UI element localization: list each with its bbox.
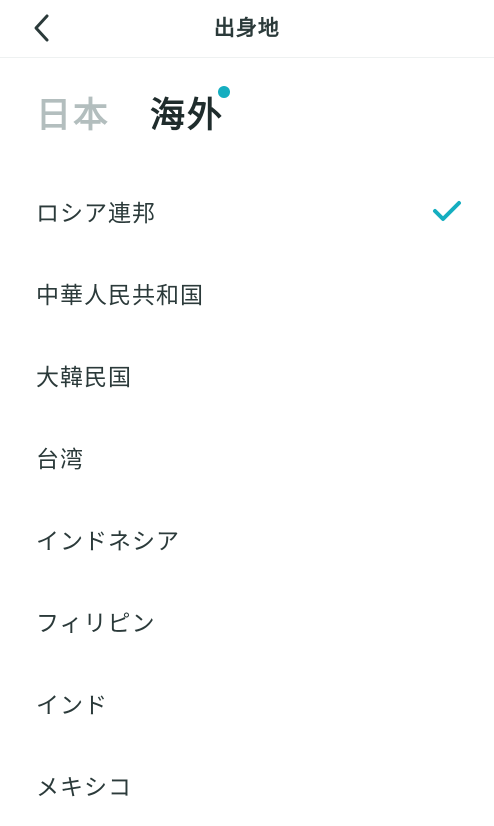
list-item-russia[interactable]: ロシア連邦 (0, 170, 494, 252)
list-item-label: メキシコ (36, 775, 132, 801)
page-title: 出身地 (214, 16, 280, 40)
tab-japan[interactable]: 日本 (36, 92, 110, 140)
checkmark-icon (433, 201, 461, 221)
notification-dot (218, 86, 231, 98)
list-item-label: 台湾 (36, 447, 84, 473)
list-item-taiwan[interactable]: 台湾 (0, 416, 494, 498)
list-item-india[interactable]: インド (0, 662, 494, 744)
list-item-label: 大韓民国 (36, 365, 132, 391)
list-item-label: 中華人民共和国 (36, 283, 204, 309)
list-item-mexico[interactable]: メキシコ (0, 744, 494, 826)
list-item-label: インド (36, 693, 108, 719)
list-item-label: ロシア連邦 (36, 201, 156, 227)
region-tabs: 日本 海外 (36, 84, 231, 140)
list-item-south-korea[interactable]: 大韓民国 (0, 334, 494, 416)
list-item-label: インドネシア (36, 529, 180, 555)
tab-overseas-label: 海外 (150, 96, 225, 136)
tab-japan-label: 日本 (36, 96, 111, 136)
country-list: ロシア連邦 中華人民共和国 大韓民国 台湾 インドネシア フィリピン インド メ… (0, 170, 494, 826)
header-bar: 出身地 (0, 0, 494, 58)
list-item-china[interactable]: 中華人民共和国 (0, 252, 494, 334)
tab-overseas[interactable]: 海外 (150, 86, 231, 140)
list-item-indonesia[interactable]: インドネシア (0, 498, 494, 580)
list-item-philippines[interactable]: フィリピン (0, 580, 494, 662)
list-item-label: フィリピン (36, 611, 156, 637)
